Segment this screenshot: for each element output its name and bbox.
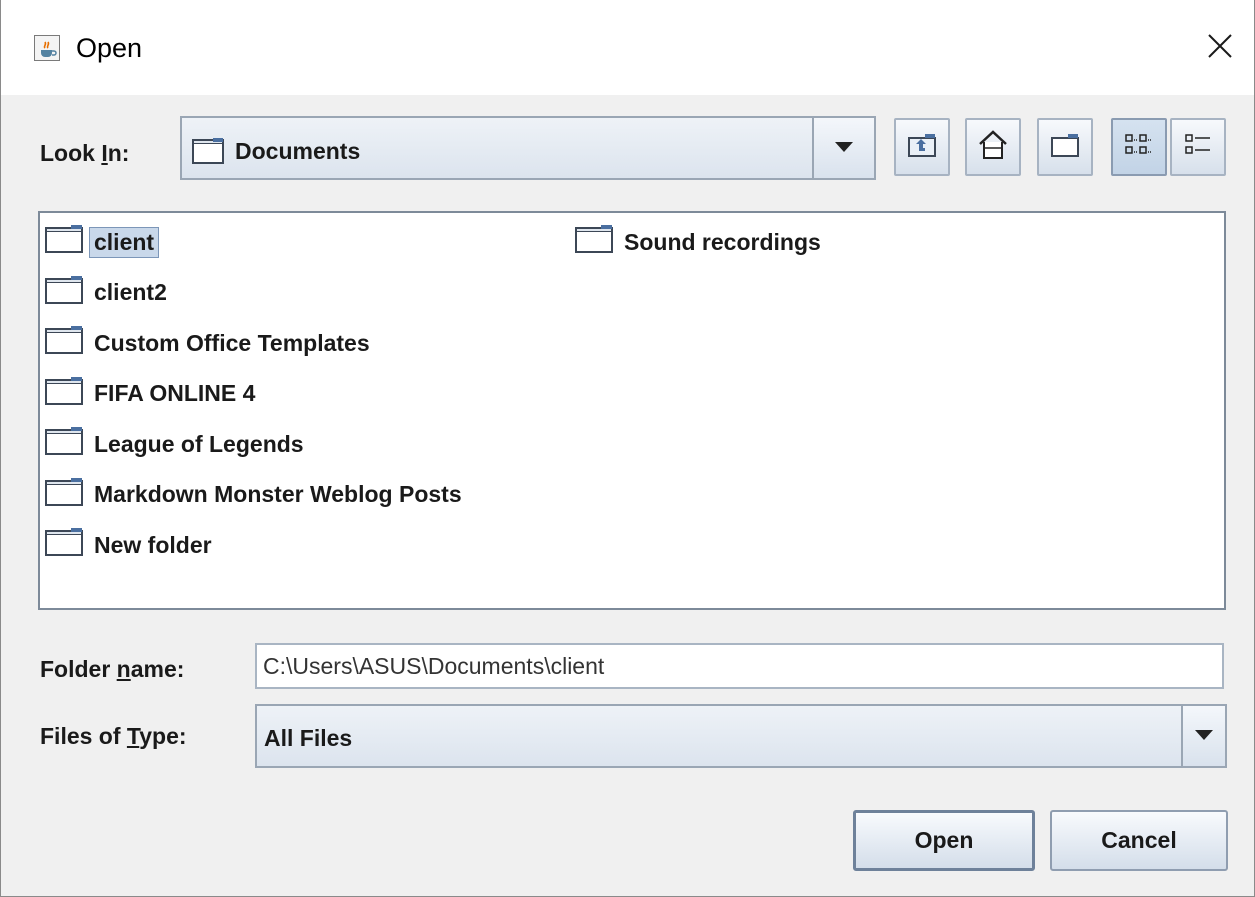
close-icon — [1207, 33, 1233, 64]
folder-icon — [191, 137, 225, 170]
list-view-button[interactable] — [1111, 118, 1167, 176]
file-name: client — [88, 226, 160, 258]
details-view-icon — [1183, 132, 1213, 163]
list-item[interactable]: New folder — [42, 524, 212, 566]
list-item[interactable]: League of Legends — [42, 423, 304, 465]
home-icon — [977, 129, 1009, 166]
files-of-type-dropdown-button[interactable] — [1181, 706, 1225, 766]
new-folder-icon — [1050, 132, 1080, 163]
close-button[interactable] — [1194, 22, 1246, 74]
home-button[interactable] — [965, 118, 1021, 176]
files-of-type-label: Files of Type: — [40, 723, 187, 749]
folder-icon — [44, 224, 84, 260]
chevron-down-icon — [1195, 727, 1213, 745]
files-of-type-value: All Files — [264, 725, 353, 751]
folder-icon — [574, 224, 614, 260]
up-folder-icon — [907, 132, 937, 163]
file-name: Markdown Monster Weblog Posts — [94, 481, 462, 507]
list-item[interactable]: Markdown Monster Weblog Posts — [42, 474, 462, 516]
new-folder-button[interactable] — [1037, 118, 1093, 176]
window-border-left — [0, 0, 1, 897]
title-bar[interactable]: Open — [1, 0, 1254, 95]
folder-icon — [44, 426, 84, 462]
folder-icon — [44, 477, 84, 513]
look-in-value: Documents — [235, 138, 361, 164]
list-item[interactable]: client — [42, 221, 160, 263]
folder-icon — [44, 527, 84, 563]
window-title: Open — [76, 33, 143, 63]
list-item[interactable]: FIFA ONLINE 4 — [42, 373, 255, 415]
list-item[interactable]: Custom Office Templates — [42, 322, 370, 364]
details-view-button[interactable] — [1170, 118, 1226, 176]
chevron-down-icon — [835, 139, 853, 157]
list-item[interactable]: Sound recordings — [572, 221, 821, 263]
java-cup-icon — [34, 35, 60, 61]
list-item[interactable]: client2 — [42, 272, 167, 314]
file-name: FIFA ONLINE 4 — [94, 380, 256, 406]
look-in-dropdown-button[interactable] — [812, 118, 874, 178]
folder-icon — [44, 376, 84, 412]
folder-icon — [44, 275, 84, 311]
file-list[interactable]: client client2 Custom Office Templates FIFA… — [38, 211, 1226, 610]
folder-icon — [44, 325, 84, 361]
look-in-label: Look In: — [40, 140, 130, 166]
folder-name-label: Folder name: — [40, 656, 185, 682]
open-button[interactable]: Open — [853, 810, 1035, 871]
file-name: client2 — [94, 279, 167, 305]
files-of-type-combobox[interactable]: All Files — [255, 704, 1227, 768]
up-one-level-button[interactable] — [894, 118, 950, 176]
file-name: Custom Office Templates — [94, 329, 370, 356]
file-name: League of Legends — [94, 430, 304, 457]
look-in-combobox[interactable]: Documents — [180, 116, 876, 180]
folder-name-input[interactable] — [255, 643, 1224, 689]
list-view-icon — [1124, 132, 1154, 163]
file-name: Sound recordings — [624, 228, 821, 255]
cancel-button[interactable]: Cancel — [1050, 810, 1228, 871]
file-name: New folder — [94, 531, 212, 558]
